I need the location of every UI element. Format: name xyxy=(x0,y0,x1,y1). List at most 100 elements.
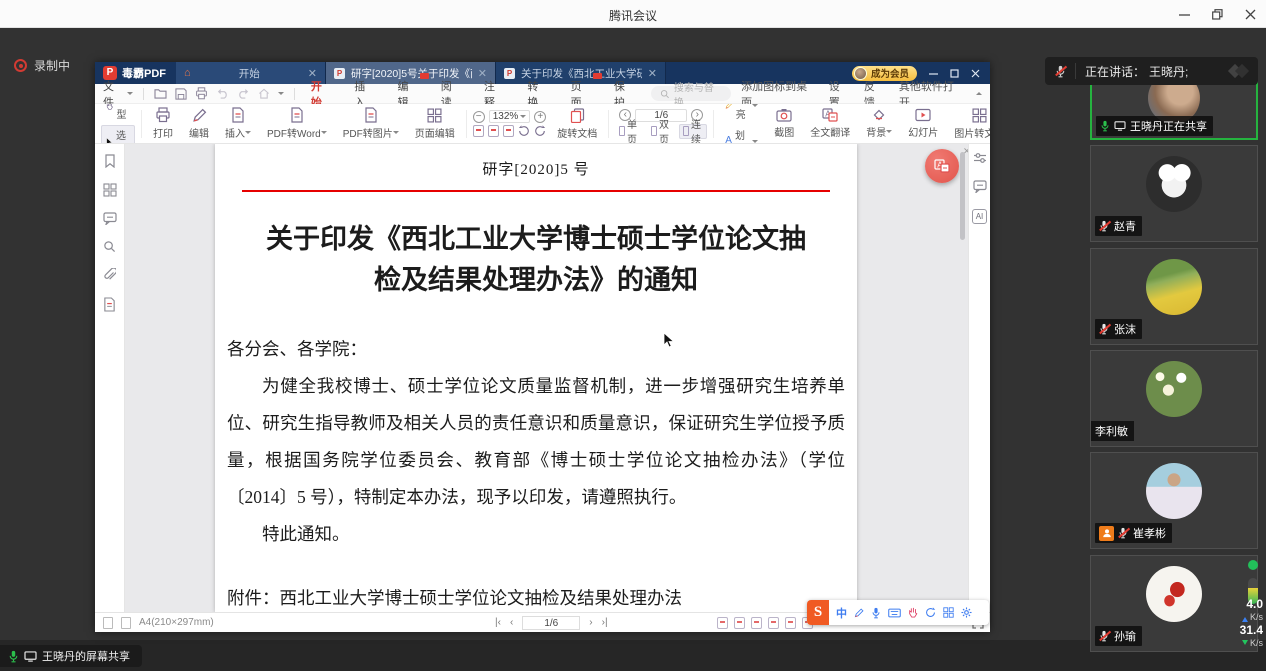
pdf-right-sidebar: AI xyxy=(968,144,990,612)
fit-width-icon[interactable] xyxy=(751,617,762,629)
page-edit-button[interactable]: 页面编辑 xyxy=(410,108,460,140)
sync-icon[interactable] xyxy=(925,607,936,618)
actual-size-icon[interactable] xyxy=(734,617,745,629)
slideshow-button[interactable]: 幻灯片 xyxy=(903,108,943,139)
full-text-translate-button[interactable]: 全文翻译 xyxy=(805,108,855,139)
attachments-panel-icon[interactable] xyxy=(103,268,116,282)
double-page-view-button[interactable]: 双页 xyxy=(647,124,675,139)
open-file-icon[interactable] xyxy=(154,88,167,99)
print-icon[interactable] xyxy=(195,87,208,100)
minimize-icon[interactable] xyxy=(1179,9,1190,20)
soft-keyboard-icon[interactable] xyxy=(888,608,901,618)
comments-panel-icon[interactable] xyxy=(103,212,117,225)
muted-mic-icon xyxy=(1118,527,1129,540)
previous-page-button[interactable]: ‹ xyxy=(510,617,513,628)
pdf-maximize-icon[interactable] xyxy=(950,69,959,78)
attachment-line: 附件：西北工业大学博士硕士学位论文抽检及结果处理办法 xyxy=(227,580,845,612)
image-to-text-button[interactable]: 图片转文字 xyxy=(949,108,990,140)
bookmarks-panel-icon[interactable] xyxy=(104,154,116,168)
fit-page-icon[interactable] xyxy=(717,617,728,629)
participant-tile-cuixiaobin[interactable]: 崔孝彬 xyxy=(1090,452,1258,549)
avatar xyxy=(1146,566,1202,622)
edit-button[interactable]: 编辑 xyxy=(184,108,214,140)
document-info-icon[interactable] xyxy=(103,297,116,312)
hand-tool-button[interactable]: 手型 xyxy=(101,104,135,123)
chevron-down-icon xyxy=(520,115,526,121)
participant-tile-zhaoqing[interactable]: 赵青 xyxy=(1090,145,1258,242)
redo-icon[interactable] xyxy=(237,88,250,99)
input-settings-icon[interactable] xyxy=(961,607,972,618)
next-page-button[interactable]: › xyxy=(589,617,592,628)
new-badge xyxy=(593,73,602,79)
collapse-ribbon-icon[interactable] xyxy=(976,89,982,95)
actual-size-icon[interactable] xyxy=(488,125,499,137)
continuous-view-button[interactable]: 连续 xyxy=(679,124,707,139)
vertical-scrollbar[interactable] xyxy=(960,152,965,240)
search-input[interactable]: 搜索与替换 xyxy=(651,86,731,101)
feedback-chat-icon[interactable] xyxy=(973,180,987,193)
screen-share-banner[interactable]: 王晓丹的屏幕共享 xyxy=(0,645,142,667)
save-icon[interactable] xyxy=(175,88,187,100)
highlight-button[interactable]: 高亮 xyxy=(720,104,763,123)
rotate-right-icon[interactable] xyxy=(534,125,546,137)
screenshot-button[interactable]: 截图 xyxy=(769,108,799,139)
continuous-view-icon[interactable] xyxy=(768,617,779,629)
zoom-out-icon[interactable]: − xyxy=(473,111,485,123)
pdf-to-image-button[interactable]: PDF转图片 xyxy=(338,107,404,140)
tab-home[interactable]: ⌂ 开始 ✕ xyxy=(176,62,326,84)
pdf-close-icon[interactable] xyxy=(971,69,980,78)
underline-button[interactable]: A划线 xyxy=(720,125,763,145)
pdf-to-word-button[interactable]: PDF转Word xyxy=(262,107,332,140)
muted-mic-icon xyxy=(1099,220,1110,233)
mic-on-icon xyxy=(8,650,19,663)
single-page-view-icon[interactable] xyxy=(785,617,796,629)
page-indicator[interactable]: 1/6 xyxy=(522,616,580,630)
recording-icon xyxy=(14,59,27,72)
zoom-level-value[interactable]: 132% xyxy=(489,110,531,123)
view-settings-icon[interactable] xyxy=(973,152,987,164)
gesture-input-icon[interactable] xyxy=(908,607,918,618)
download-arrow-icon xyxy=(1242,640,1248,648)
chevron-down-icon[interactable] xyxy=(278,92,284,98)
select-tool-button[interactable]: 选择 xyxy=(101,125,135,145)
screen-share-icon xyxy=(24,651,37,662)
restore-icon[interactable] xyxy=(1212,9,1223,20)
close-icon[interactable] xyxy=(1245,9,1256,20)
rotate-left-icon[interactable] xyxy=(518,125,530,137)
first-page-button[interactable]: |‹ xyxy=(495,617,501,628)
ai-assistant-icon[interactable]: AI xyxy=(972,209,987,224)
home-view-icon[interactable] xyxy=(258,88,270,99)
floating-translate-button[interactable] xyxy=(925,149,959,183)
thumbnails-panel-icon[interactable] xyxy=(103,183,117,197)
pdf-minimize-icon[interactable] xyxy=(929,69,938,78)
recording-indicator[interactable]: 录制中 xyxy=(14,57,70,74)
insert-button[interactable]: 插入 xyxy=(220,107,256,140)
sogou-logo-icon[interactable]: S xyxy=(807,600,829,625)
zoom-in-icon[interactable]: + xyxy=(534,111,546,123)
pdf-page[interactable]: 研字[2020]5 号 关于印发《西北工业大学博士硕士学位论文抽 检及结果处理办… xyxy=(215,144,857,612)
fit-page-icon[interactable] xyxy=(473,125,484,137)
chinese-mode-icon[interactable]: 中 xyxy=(836,605,847,621)
rotate-document-button[interactable]: 旋转文档 xyxy=(552,108,602,140)
toolbox-grid-icon[interactable] xyxy=(943,607,954,618)
meeting-window-title: 腾讯会议 xyxy=(0,7,1266,24)
tab-close-icon[interactable]: ✕ xyxy=(648,67,657,80)
last-page-button[interactable]: ›| xyxy=(602,617,608,628)
document-viewport[interactable]: 研字[2020]5 号 关于印发《西北工业大学博士硕士学位论文抽 检及结果处理办… xyxy=(125,144,968,612)
page-layout-icon[interactable] xyxy=(121,617,131,629)
participant-tile-liliming[interactable]: 李利敏 xyxy=(1090,350,1258,447)
pen-input-icon[interactable] xyxy=(854,608,864,618)
fit-width-icon[interactable] xyxy=(503,125,514,137)
participant-tile-zhangmo[interactable]: 张沫 xyxy=(1090,248,1258,345)
print-button[interactable]: 打印 xyxy=(148,107,178,140)
search-panel-icon[interactable] xyxy=(103,240,116,253)
undo-icon[interactable] xyxy=(216,88,229,99)
participant-tile-sunyu[interactable]: 孙瑜 xyxy=(1090,555,1258,652)
document-body: 各分会、各学院： 为健全我校博士、硕士学位论文质量监督机制，进一步增强研究生培养… xyxy=(227,331,845,612)
page-layout-icon[interactable] xyxy=(103,617,113,629)
mic-on-icon xyxy=(1100,120,1110,132)
background-button[interactable]: 背景 xyxy=(861,108,897,139)
single-page-view-button[interactable]: 单页 xyxy=(615,124,643,139)
speaking-indicator-bar: 正在讲话： 王晓丹; xyxy=(1045,57,1258,85)
voice-input-icon[interactable] xyxy=(871,607,881,619)
